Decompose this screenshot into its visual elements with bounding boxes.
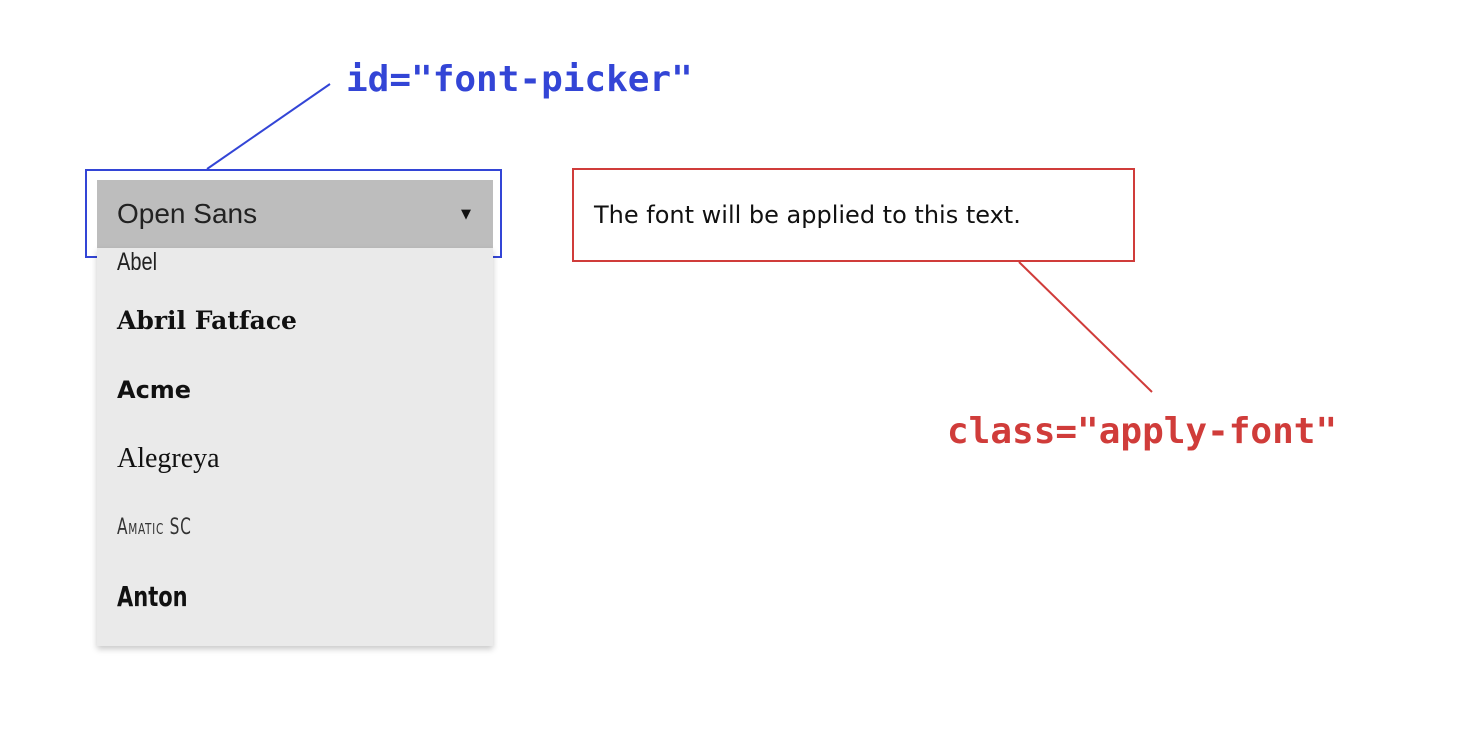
font-option-alegreya[interactable]: Alegreya — [97, 424, 493, 493]
picker-connector-line — [206, 83, 331, 170]
font-option-acme[interactable]: Acme — [97, 355, 493, 424]
apply-font-class-label: class="apply-font" — [947, 411, 1338, 452]
font-option-abel[interactable]: Abel — [97, 248, 493, 286]
apply-connector-line — [1018, 261, 1153, 393]
apply-font-box: The font will be applied to this text. — [572, 168, 1135, 262]
active-font-name: Open Sans — [117, 198, 258, 229]
font-picker-button[interactable]: Open Sans ▼ — [97, 180, 493, 248]
caret-down-icon: ▼ — [461, 206, 471, 222]
font-option-abril-fatface[interactable]: Abril Fatface — [97, 286, 493, 355]
font-option-amatic-sc[interactable]: Amatic SC — [97, 493, 493, 562]
apply-font-text: The font will be applied to this text. — [594, 201, 1021, 229]
font-option-anton[interactable]: Anton — [97, 562, 493, 631]
font-picker-id-label: id="font-picker" — [346, 59, 693, 100]
font-options-list[interactable]: Abel Abril Fatface Acme Alegreya Amatic … — [97, 248, 493, 646]
font-picker[interactable]: Open Sans ▼ Abel Abril Fatface Acme Aleg… — [97, 180, 493, 646]
